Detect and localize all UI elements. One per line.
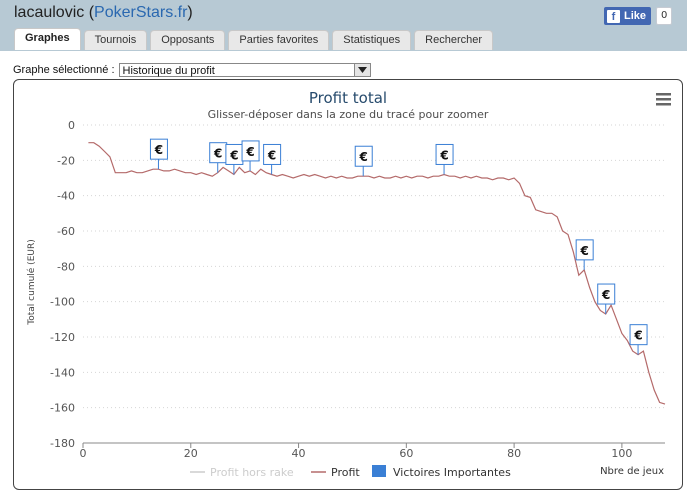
euro-icon: € [245, 145, 254, 159]
legend-profit-hors-rake[interactable]: Profit hors rake [210, 466, 294, 479]
euro-icon: € [579, 244, 588, 258]
chart-legend: Profit hors rake Profit Victoires Import… [190, 465, 511, 479]
x-tick-label: 20 [184, 447, 198, 460]
y-tick-label: -160 [50, 402, 75, 415]
big-win-flag[interactable]: € [149, 138, 168, 170]
euro-icon: € [601, 288, 610, 302]
euro-icon: € [154, 143, 163, 157]
legend-profit[interactable]: Profit [331, 466, 360, 479]
euro-icon: € [633, 329, 642, 343]
profit-series-line [88, 142, 666, 405]
y-tick-label: -80 [57, 260, 75, 273]
euro-icon: € [213, 147, 222, 161]
y-tick-label: -40 [57, 190, 75, 203]
profit-chart[interactable]: Profit total Glisser-déposer dans la zon… [0, 0, 687, 495]
x-tick-label: 80 [507, 447, 521, 460]
x-tick-label: 40 [292, 447, 306, 460]
big-win-flag[interactable]: € [263, 143, 282, 175]
euro-icon: € [267, 148, 276, 162]
y-tick-label: -20 [57, 154, 75, 167]
y-tick-label: -60 [57, 225, 75, 238]
y-axis-label: Total cumulé (EUR) [26, 239, 37, 325]
big-win-flag[interactable]: € [435, 143, 454, 175]
y-tick-label: -140 [50, 366, 75, 379]
euro-icon: € [439, 148, 448, 162]
big-win-flag[interactable]: € [241, 140, 260, 171]
euro-icon: € [359, 150, 368, 164]
chart-subtitle: Glisser-déposer dans la zone du tracé po… [208, 108, 489, 121]
euro-icon: € [229, 148, 238, 162]
x-axis-label: Nbre de jeux [600, 466, 664, 477]
y-tick-label: -100 [50, 296, 75, 309]
x-tick-label: 100 [611, 447, 632, 460]
legend-victoires-swatch [372, 465, 386, 477]
chart-title: Profit total [309, 89, 387, 107]
x-tick-label: 0 [80, 447, 87, 460]
y-tick-label: -180 [50, 437, 75, 450]
y-tick-label: -120 [50, 331, 75, 344]
hamburger-menu-icon[interactable] [656, 93, 671, 106]
x-tick-label: 60 [399, 447, 413, 460]
big-win-flag[interactable]: € [575, 239, 594, 270]
big-win-flag[interactable]: € [225, 143, 244, 175]
y-tick-label: 0 [68, 119, 75, 132]
big-win-flag[interactable]: € [354, 145, 373, 177]
legend-victoires-importantes[interactable]: Victoires Importantes [393, 466, 511, 479]
